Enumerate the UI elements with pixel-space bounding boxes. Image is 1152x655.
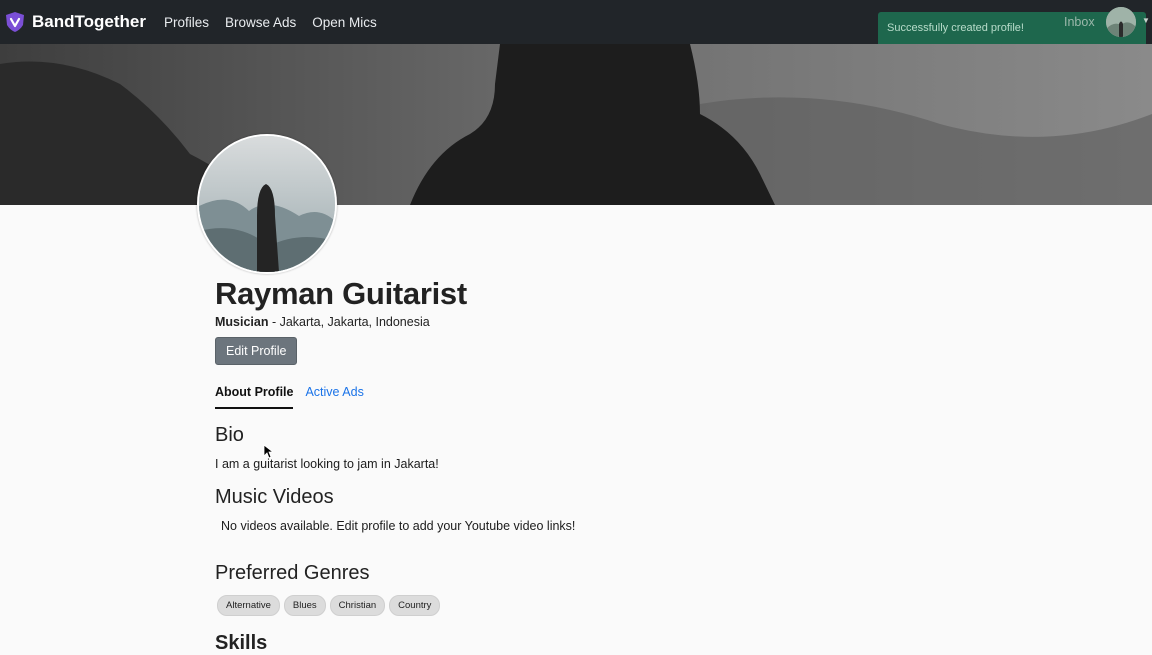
brand-name: BandTogether (32, 12, 146, 31)
toast-message: Successfully created profile! (887, 22, 1024, 34)
nav-profiles-link[interactable]: Profiles (164, 15, 209, 30)
profile-content: Rayman Guitarist Musician - Jakarta, Jak… (215, 276, 915, 654)
genre-chip: Alternative (217, 595, 280, 616)
nav-browse-ads-link[interactable]: Browse Ads (225, 15, 296, 30)
profile-location: - Jakarta, Jakarta, Indonesia (268, 315, 430, 329)
avatar-image (1106, 7, 1136, 37)
tab-active-ads[interactable]: Active Ads (305, 385, 363, 409)
tab-about-profile[interactable]: About Profile (215, 385, 294, 409)
bio-text: I am a guitarist looking to jam in Jakar… (215, 457, 439, 471)
nav-inbox-link[interactable]: Inbox (1064, 15, 1095, 29)
music-videos-empty-text: No videos available. Edit profile to add… (221, 519, 576, 533)
brand-logo-icon (6, 12, 24, 32)
profile-name: Rayman Guitarist (215, 276, 467, 311)
music-videos-heading: Music Videos (215, 486, 334, 508)
chevron-down-icon[interactable]: ▼ (1142, 16, 1150, 25)
brand-link[interactable]: BandTogether (4, 11, 146, 33)
profile-avatar (197, 134, 337, 274)
profile-subtitle: Musician - Jakarta, Jakarta, Indonesia (215, 315, 915, 329)
genre-chip: Christian (329, 595, 386, 616)
mouse-cursor-icon (263, 444, 273, 459)
profile-role: Musician (215, 315, 269, 329)
nav-open-mics-link[interactable]: Open Mics (312, 15, 377, 30)
cover-image (0, 44, 1152, 205)
edit-profile-button[interactable]: Edit Profile (215, 337, 298, 365)
profile-tabs: About Profile Active Ads (215, 385, 915, 409)
preferred-genres-heading: Preferred Genres (215, 562, 370, 584)
user-avatar-menu[interactable] (1106, 7, 1136, 37)
genre-chip: Country (389, 595, 441, 616)
bio-heading: Bio (215, 424, 244, 446)
genre-chips: Alternative Blues Christian Country (217, 595, 441, 616)
genre-chip: Blues (283, 595, 326, 616)
skills-heading: Skills (215, 632, 268, 654)
